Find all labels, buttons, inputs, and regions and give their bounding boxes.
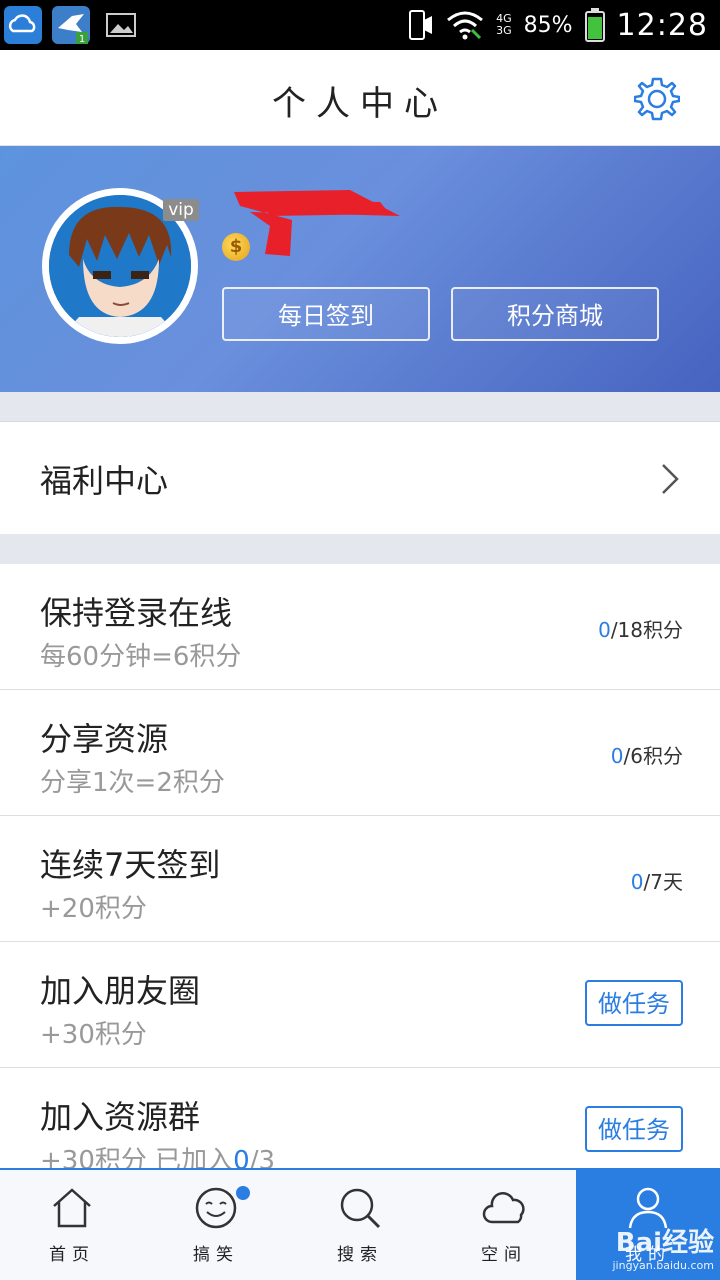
task-progress: 0/7天 bbox=[631, 866, 683, 895]
username-redaction bbox=[234, 190, 400, 256]
tab-label: 空间 bbox=[481, 1245, 527, 1265]
bird-app-icon: 1 bbox=[52, 6, 90, 45]
task-row-share: 分享资源 分享1次=2积分 0/6积分 bbox=[0, 690, 720, 816]
do-task-button[interactable]: 做任务 bbox=[585, 1106, 683, 1152]
task-title: 保持登录在线 bbox=[40, 594, 233, 632]
welfare-center-label: 福利中心 bbox=[40, 462, 169, 500]
chevron-right-icon bbox=[662, 464, 679, 494]
watermark-brand: Bai经验 bbox=[615, 1228, 714, 1258]
tab-label: 搞笑 bbox=[193, 1245, 239, 1265]
tab-home[interactable]: 首页 bbox=[0, 1170, 144, 1280]
task-progress: 0/18积分 bbox=[598, 614, 683, 643]
tab-search[interactable]: 搜索 bbox=[288, 1170, 432, 1280]
bottom-tab-bar: 首页 搞笑 搜索 空间 我的 Bai经验 jingyan.baidu.com bbox=[0, 1168, 720, 1280]
task-desc: +30积分 bbox=[40, 1020, 147, 1050]
progress-done: 0 bbox=[598, 618, 611, 642]
points-mall-button[interactable]: 积分商城 bbox=[451, 287, 659, 341]
home-icon bbox=[53, 1188, 91, 1228]
task-title: 加入朋友圈 bbox=[40, 972, 201, 1010]
search-icon bbox=[340, 1188, 381, 1229]
cloud-icon bbox=[4, 6, 42, 44]
image-icon bbox=[102, 6, 140, 44]
task-desc: 每60分钟=6积分 bbox=[40, 642, 242, 672]
progress-total: /7天 bbox=[643, 870, 683, 894]
tab-space[interactable]: 空间 bbox=[432, 1170, 576, 1280]
task-desc: +20积分 bbox=[40, 894, 147, 924]
battery-percent: 85% bbox=[523, 12, 573, 38]
vibrate-icon bbox=[409, 10, 433, 40]
welfare-center-row[interactable]: 福利中心 bbox=[0, 421, 720, 535]
battery-icon bbox=[584, 8, 605, 42]
section-divider bbox=[0, 392, 720, 422]
task-row-checkin-streak: 连续7天签到 +20积分 0/7天 bbox=[0, 816, 720, 942]
progress-total: /6积分 bbox=[623, 744, 683, 768]
clock: 12:28 bbox=[616, 7, 708, 43]
tab-me[interactable]: 我的 Bai经验 jingyan.baidu.com bbox=[576, 1170, 720, 1280]
smile-icon bbox=[195, 1187, 237, 1229]
baidu-watermark: Bai经验 jingyan.baidu.com bbox=[612, 1222, 714, 1272]
network-indicator: 4G 3G bbox=[496, 13, 512, 37]
status-bar: 1 4G 3G 85% 12:28 bbox=[0, 0, 720, 50]
top-bar: 个人中心 bbox=[0, 50, 720, 146]
page-title: 个人中心 bbox=[272, 84, 448, 124]
tab-funny[interactable]: 搞笑 bbox=[144, 1170, 288, 1280]
net-3g-label: 3G bbox=[496, 24, 512, 37]
progress-total: /18积分 bbox=[610, 618, 683, 642]
notification-dot bbox=[236, 1186, 250, 1200]
wifi-icon bbox=[447, 11, 484, 40]
task-title: 连续7天签到 bbox=[40, 846, 221, 884]
coin-icon: $ bbox=[222, 233, 250, 261]
daily-checkin-button[interactable]: 每日签到 bbox=[222, 287, 430, 341]
task-row-join-moments: 加入朋友圈 +30积分 做任务 bbox=[0, 942, 720, 1068]
profile-banner: vip $ 每日签到 积分商城 bbox=[0, 146, 720, 392]
task-title: 分享资源 bbox=[40, 720, 169, 758]
cloud-icon bbox=[482, 1192, 525, 1224]
vip-badge: vip bbox=[163, 199, 199, 221]
gear-icon[interactable] bbox=[634, 76, 680, 122]
do-task-button[interactable]: 做任务 bbox=[585, 980, 683, 1026]
task-title: 加入资源群 bbox=[40, 1098, 201, 1136]
svg-text:1: 1 bbox=[79, 34, 85, 44]
progress-done: 0 bbox=[610, 744, 624, 768]
tab-label: 首页 bbox=[49, 1245, 95, 1265]
progress-done: 0 bbox=[630, 870, 644, 894]
task-row-stay-online: 保持登录在线 每60分钟=6积分 0/18积分 bbox=[0, 564, 720, 690]
watermark-url: jingyan.baidu.com bbox=[612, 1259, 714, 1272]
task-desc: 分享1次=2积分 bbox=[40, 768, 225, 798]
section-divider bbox=[0, 534, 720, 564]
task-progress: 0/6积分 bbox=[611, 740, 683, 769]
tab-label: 搜索 bbox=[337, 1245, 383, 1265]
